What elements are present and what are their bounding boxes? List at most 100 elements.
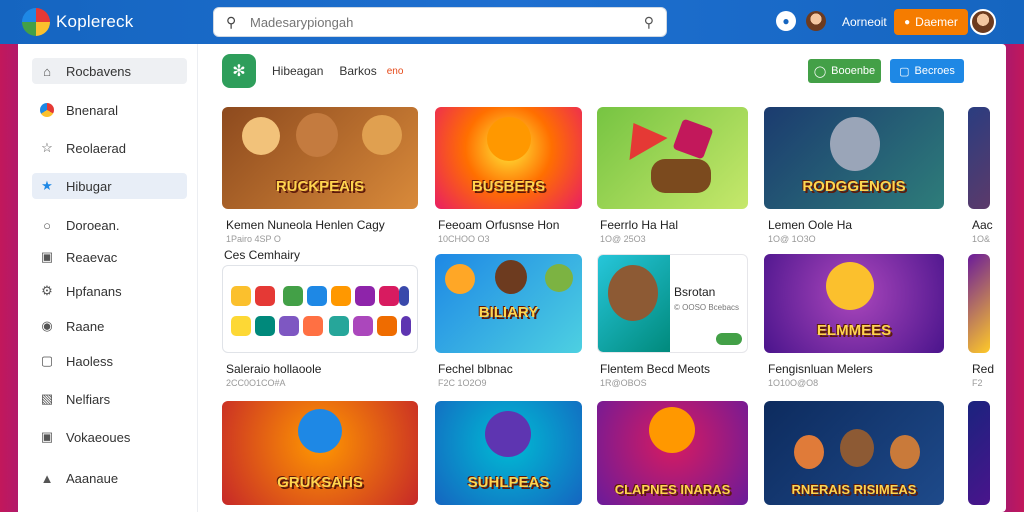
character-icon — [545, 264, 573, 292]
search-input[interactable] — [250, 14, 630, 30]
featured-card[interactable]: Bsrotan © OOSO Bcebacs — [597, 254, 748, 353]
game-card-2[interactable] — [597, 107, 748, 209]
header-action-button[interactable]: ● Daemer — [894, 9, 968, 35]
card-art-title: RNERAIS RISIMEAS — [791, 482, 917, 497]
sidebar-item-10[interactable]: ▣ Vokaeoues — [32, 424, 187, 450]
search-submit-icon[interactable]: ⚲ — [644, 14, 654, 31]
card-title[interactable]: Kemen Nuneola Henlen Cagy — [226, 218, 385, 232]
emoji-icon — [231, 316, 251, 336]
blue-button-label: Becroes — [914, 65, 955, 77]
sidebar-item-label: Hpfanans — [66, 283, 122, 299]
sidebar-item-6[interactable]: ⚙ Hpfanans — [32, 278, 187, 304]
card-title[interactable]: Aac — [972, 218, 993, 232]
tab-tag[interactable]: eno — [387, 66, 404, 77]
emoji-icon — [283, 286, 303, 306]
card-title[interactable]: Feerrlo Ha Hal — [600, 218, 678, 232]
sidebar-item-3[interactable]: ★ Hibugar — [32, 173, 187, 199]
game-card-12[interactable]: CLAPNES INARAS — [597, 401, 748, 505]
game-card-6[interactable]: BILIARY — [435, 254, 582, 353]
card-subtitle: 1O@ 1O3O — [768, 234, 816, 244]
sidebar-item-11[interactable]: ▲ Aaanaue — [32, 465, 187, 491]
emoji-icon — [379, 286, 399, 306]
green-button-label: Booenbe — [831, 65, 876, 77]
star-outline-icon: ☆ — [41, 140, 53, 155]
header-action-label: Daemer — [915, 15, 958, 29]
card-art-title: CLAPNES INARAS — [614, 482, 731, 497]
emoji-icon — [255, 316, 275, 336]
bag-icon: ▧ — [40, 391, 54, 406]
user-icon: ● — [904, 16, 911, 28]
emoji-icon — [401, 316, 411, 336]
tab-1[interactable]: Barkos — [339, 64, 376, 78]
sidebar-item-label: Nelfiars — [66, 391, 111, 407]
game-card-10[interactable]: GRUKSAHS — [222, 401, 418, 505]
game-card-4[interactable] — [968, 107, 990, 209]
emoji-icon — [377, 316, 397, 336]
character-icon — [890, 435, 920, 469]
sidebar-item-2[interactable]: ☆ Reolaerad — [32, 135, 187, 161]
sidebar-item-9[interactable]: ▧ Nelfiars — [32, 386, 187, 412]
character-icon — [445, 264, 475, 294]
top-bar: Koplereck ⚲ ⚲ ● Aorneoit ● Daemer — [0, 0, 1024, 44]
sidebar-item-4[interactable]: ○ Doroean. — [32, 212, 187, 238]
plus-icon: ◯ — [813, 65, 827, 78]
character-icon — [362, 115, 402, 155]
green-button[interactable]: ◯ Booenbe — [808, 59, 881, 83]
gear-icon: ⚙ — [41, 283, 53, 298]
search-bar[interactable]: ⚲ ⚲ — [213, 7, 667, 37]
tab-0[interactable]: Hibeagan — [272, 64, 323, 78]
avatar-small[interactable] — [806, 11, 826, 31]
gamepad-icon — [651, 159, 711, 193]
card-art — [968, 401, 990, 505]
game-card-8[interactable]: ELMMEES — [764, 254, 944, 353]
card-art-title: RODGGENOIS — [802, 178, 906, 195]
game-card-3[interactable]: RODGGENOIS — [764, 107, 944, 209]
game-card-13[interactable]: RNERAIS RISIMEAS — [764, 401, 944, 505]
character-icon — [485, 411, 531, 457]
card-title[interactable]: Fechel blbnac — [438, 362, 513, 376]
blue-button[interactable]: ▢ Becroes — [890, 59, 964, 83]
card-subtitle: 1O& — [972, 234, 991, 244]
card-title[interactable]: Saleraio hollaoole — [226, 362, 321, 376]
card-subtitle: 1O@ 25O3 — [600, 234, 646, 244]
card-art — [597, 107, 748, 209]
app-logo[interactable]: Koplereck — [22, 8, 133, 36]
card-art-title: BUSBERS — [471, 178, 546, 195]
game-card-14[interactable] — [968, 401, 990, 505]
sidebar-item-8[interactable]: ▢ Haoless — [32, 348, 187, 374]
app-icon[interactable]: ✻ — [222, 54, 256, 88]
sidebar-item-0[interactable]: ⌂ Rocbavens — [32, 58, 187, 84]
sidebar-item-5[interactable]: ▣ Reaevac — [32, 244, 187, 270]
home-icon: ⌂ — [43, 63, 51, 79]
game-card-5[interactable] — [222, 265, 418, 353]
game-card-1[interactable]: BUSBERS — [435, 107, 582, 209]
logo-icon — [22, 8, 50, 36]
card-title[interactable]: Fengisnluan Melers — [768, 362, 873, 376]
emoji-icon — [279, 316, 299, 336]
emoji-icon — [255, 286, 275, 306]
card-title[interactable]: Red — [972, 362, 994, 376]
card-title[interactable]: Feeoam Orfusnse Hon — [438, 218, 559, 232]
sidebar-item-1[interactable]: Bnenaral — [32, 97, 187, 123]
card-art-title: ELMMEES — [816, 322, 892, 339]
play-badge[interactable] — [716, 333, 742, 345]
sidebar-item-label: Doroean. — [66, 217, 120, 233]
box-icon: ▢ — [899, 65, 910, 78]
character-icon — [649, 407, 695, 453]
game-card-11[interactable]: SUHLPEAS — [435, 401, 582, 505]
card-title[interactable]: Flentem Becd Meots — [600, 362, 710, 376]
game-card-9[interactable] — [968, 254, 990, 353]
location-icon: ◉ — [41, 318, 53, 333]
card-subtitle: F2C 1O2O9 — [438, 378, 487, 388]
notification-icon[interactable]: ● — [776, 11, 796, 31]
card-title[interactable]: Lemen Oole Ha — [768, 218, 852, 232]
character-icon — [794, 435, 824, 469]
briefcase-icon: ▣ — [40, 429, 54, 444]
character-icon — [296, 113, 338, 157]
sidebar-item-7[interactable]: ◉ Raane — [32, 313, 187, 339]
profile-avatar[interactable] — [970, 9, 996, 35]
card-art — [968, 107, 990, 209]
user-name[interactable]: Aorneoit — [842, 15, 887, 29]
game-card-0[interactable]: RUCKPEAIS — [222, 107, 418, 209]
emoji-icon — [303, 316, 323, 336]
